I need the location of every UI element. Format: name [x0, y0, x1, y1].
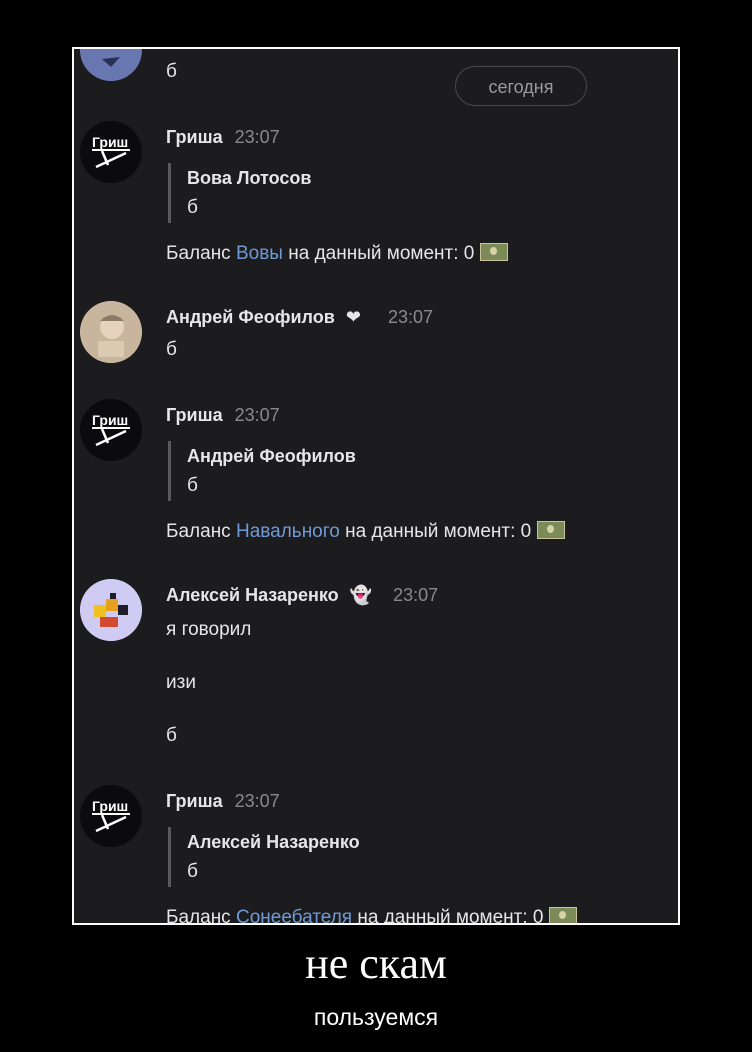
message-text: б	[166, 339, 177, 360]
reply-quote[interactable]: Алексей Назаренко б	[168, 827, 487, 887]
message-text: изи	[166, 672, 196, 693]
svg-text:Гриш: Гриш	[92, 798, 128, 814]
message-time: 23:07	[234, 405, 280, 425]
balance-text: Баланс Навального на данный момент: 0	[166, 521, 566, 543]
user-mention-link[interactable]: Сонеебателя	[236, 907, 352, 923]
demotivator-title: не скам	[305, 939, 447, 988]
grisha-logo-avatar[interactable]: Гриш	[80, 399, 142, 461]
user-mention-link[interactable]: Навального	[236, 521, 340, 542]
chat-screenshot-frame: б сегодня Гриш Гриша 23:07 Вова Лотосов б…	[72, 47, 680, 925]
money-icon	[537, 521, 566, 539]
user-mention-link[interactable]: Вовы	[236, 243, 283, 264]
money-icon	[480, 243, 509, 261]
reply-text: б	[187, 475, 198, 496]
partial-avatar[interactable]	[80, 49, 142, 81]
grisha-logo-avatar[interactable]: Гриш	[80, 121, 142, 183]
date-separator-pill: сегодня	[455, 66, 587, 106]
svg-text:Гриш: Гриш	[92, 412, 128, 428]
balance-text: Баланс Сонеебателя на данный момент: 0	[166, 907, 578, 923]
message-author[interactable]: Гриша 23:07	[166, 791, 280, 812]
reply-quote[interactable]: Вова Лотосов б	[168, 163, 487, 223]
heart-icon: ❤	[345, 307, 361, 327]
message-text: б	[166, 725, 177, 746]
demotivator-subtitle: пользуемся	[313, 1004, 439, 1030]
reply-text: б	[187, 197, 198, 218]
reply-quote[interactable]: Андрей Феофилов б	[168, 441, 487, 501]
message-author[interactable]: Андрей Феофилов ❤ 23:07	[166, 307, 433, 328]
reply-text: б	[187, 861, 198, 882]
ghost-icon: 👻	[349, 585, 373, 605]
message-time: 23:07	[393, 585, 439, 605]
message-author[interactable]: Гриша 23:07	[166, 405, 280, 426]
pixel-art-avatar[interactable]	[80, 579, 142, 641]
message-author[interactable]: Алексей Назаренко 👻 23:07	[166, 585, 438, 606]
partial-message-text: б	[166, 61, 177, 82]
reply-author: Вова Лотосов	[187, 168, 312, 188]
message-author[interactable]: Гриша 23:07	[166, 127, 280, 148]
message-time: 23:07	[234, 127, 280, 147]
message-text: я говорил	[166, 619, 252, 640]
grisha-logo-avatar[interactable]: Гриш	[80, 785, 142, 847]
user-photo-avatar[interactable]	[80, 301, 142, 363]
money-icon	[549, 907, 578, 923]
reply-author: Андрей Феофилов	[187, 446, 356, 466]
reply-author: Алексей Назаренко	[187, 832, 360, 852]
message-time: 23:07	[234, 791, 280, 811]
message-time: 23:07	[387, 307, 433, 327]
balance-text: Баланс Вовы на данный момент: 0	[166, 243, 509, 265]
svg-text:Гриш: Гриш	[92, 134, 128, 150]
